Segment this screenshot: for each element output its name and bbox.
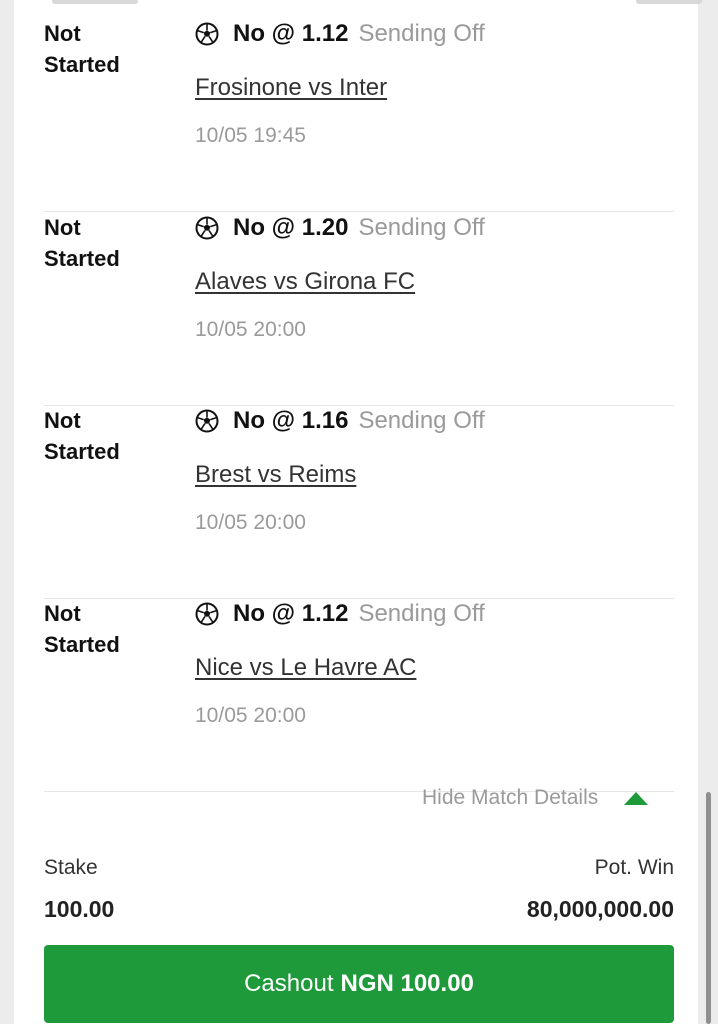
hide-match-details-toggle[interactable]: Hide Match Details — [422, 786, 649, 810]
market-name: Sending Off — [358, 214, 485, 241]
soccer-ball-icon — [195, 216, 219, 240]
bet-selection-row: Not Started No @ 1.12 Sending Off Nice v… — [44, 598, 674, 792]
stake-label: Stake — [44, 856, 98, 879]
pick-line: No @ 1.16 Sending Off — [195, 405, 485, 437]
pot-win-value: 80,000,000.00 — [526, 896, 674, 922]
pick-odds: No @ 1.12 — [233, 600, 349, 627]
match-time: 10/05 20:00 — [195, 318, 306, 341]
pick-line: No @ 1.12 Sending Off — [195, 598, 485, 630]
match-status: Not Started — [44, 408, 120, 464]
pick-odds: No @ 1.16 — [233, 407, 349, 434]
match-link[interactable]: Nice vs Le Havre AC — [195, 654, 416, 682]
hide-match-details-label: Hide Match Details — [422, 786, 599, 809]
match-link[interactable]: Frosinone vs Inter — [195, 74, 387, 102]
bet-selection-row: Not Started No @ 1.12 Sending Off Frosin… — [44, 18, 674, 212]
match-link[interactable]: Brest vs Reims — [195, 461, 356, 489]
match-time: 10/05 19:45 — [195, 124, 306, 147]
scrollbar[interactable] — [706, 792, 711, 1024]
match-status: Not Started — [44, 21, 120, 77]
match-link[interactable]: Alaves vs Girona FC — [195, 268, 415, 296]
market-name: Sending Off — [358, 600, 485, 627]
bet-selection-row: Not Started No @ 1.16 Sending Off Brest … — [44, 405, 674, 599]
cashout-label: Cashout — [244, 970, 334, 997]
pick-line: No @ 1.12 Sending Off — [195, 18, 485, 50]
pick-odds: No @ 1.12 — [233, 20, 349, 47]
soccer-ball-icon — [195, 602, 219, 626]
soccer-ball-icon — [195, 22, 219, 46]
cashout-amount: NGN 100.00 — [340, 970, 474, 997]
pick-line: No @ 1.20 Sending Off — [195, 212, 485, 244]
market-name: Sending Off — [358, 20, 485, 47]
match-status: Not Started — [44, 601, 120, 657]
match-time: 10/05 20:00 — [195, 704, 306, 727]
top-tab-edge — [52, 0, 138, 4]
pot-win-label: Pot. Win — [594, 856, 674, 879]
bet-selection-row: Not Started No @ 1.20 Sending Off Alaves… — [44, 212, 674, 406]
top-tab-edge — [636, 0, 702, 4]
market-name: Sending Off — [358, 407, 485, 434]
cashout-button[interactable]: Cashout NGN 100.00 — [44, 945, 674, 1023]
caret-up-icon — [624, 791, 649, 805]
stake-value: 100.00 — [44, 896, 115, 922]
match-status: Not Started — [44, 215, 120, 271]
match-time: 10/05 20:00 — [195, 511, 306, 534]
pick-odds: No @ 1.20 — [233, 214, 349, 241]
soccer-ball-icon — [195, 409, 219, 433]
